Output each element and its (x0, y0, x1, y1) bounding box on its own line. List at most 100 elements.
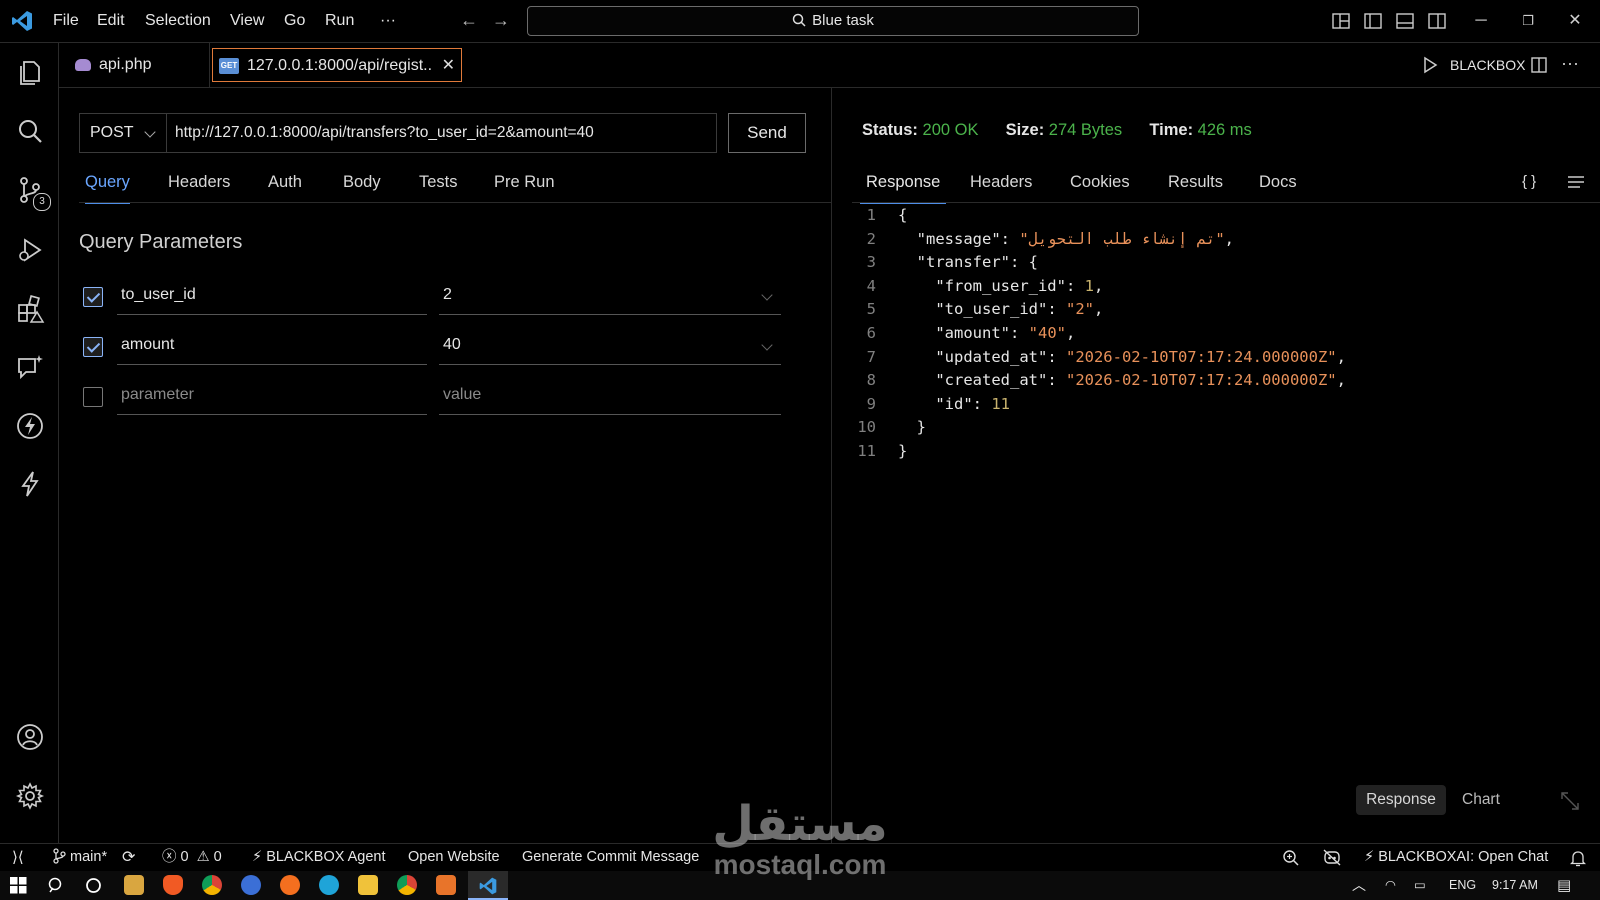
tab-pre-run[interactable]: Pre Run (494, 168, 555, 202)
brave-browser-icon[interactable] (163, 875, 183, 895)
tab-auth[interactable]: Auth (268, 168, 302, 202)
taskbar-search-icon[interactable] (48, 877, 65, 894)
remote-icon[interactable]: ⟩⟨ (12, 844, 24, 871)
clock[interactable]: 9:17 AM (1492, 871, 1538, 900)
menu-edit[interactable]: Edit (97, 0, 125, 42)
back-arrow-icon[interactable]: ← (460, 10, 478, 31)
send-button[interactable]: Send (728, 113, 806, 153)
line-number: 8 (866, 371, 876, 390)
close-tab-icon[interactable]: ✕ (442, 49, 455, 83)
battery-icon[interactable]: ▭ (1414, 871, 1426, 900)
chrome-icon[interactable] (202, 875, 222, 895)
problems-item[interactable]: ⓧ 0 ⚠ 0 (162, 844, 222, 871)
tab-api-php[interactable]: api.php (59, 43, 210, 87)
run-play-icon[interactable] (1421, 56, 1439, 74)
zoom-icon[interactable] (1282, 849, 1300, 867)
time-value: 426 ms (1197, 121, 1252, 139)
tab-label: 127.0.0.1:8000/api/regist.. (247, 57, 433, 74)
notifications-bell-icon[interactable] (1570, 849, 1586, 867)
blackbox-agent-item[interactable]: ⚡ BLACKBOX Agent (252, 844, 386, 871)
explorer-icon[interactable] (15, 57, 45, 87)
restore-icon[interactable]: ❐ (1517, 10, 1539, 32)
tab-query[interactable]: Query (85, 168, 130, 204)
tab-tests[interactable]: Tests (419, 168, 458, 202)
forward-arrow-icon[interactable]: → (492, 10, 510, 31)
command-center-search[interactable]: Blue task (527, 6, 1139, 36)
app-compass-icon[interactable] (241, 875, 261, 895)
language-indicator[interactable]: ENG (1449, 871, 1476, 900)
blackbox-chat-item[interactable]: ⚡ BLACKBOXAI: Open Chat (1364, 844, 1548, 871)
branch-item[interactable]: main* (52, 844, 107, 871)
run-debug-icon[interactable] (15, 235, 45, 265)
firefox-icon[interactable] (280, 875, 300, 895)
tab-cookies[interactable]: Cookies (1070, 168, 1130, 202)
close-window-icon[interactable]: ✕ (1564, 10, 1586, 32)
chevron-down-icon[interactable] (761, 289, 773, 301)
tab-request[interactable]: GET 127.0.0.1:8000/api/regist.. ✕ (212, 48, 462, 82)
tab-results[interactable]: Results (1168, 168, 1223, 202)
menu-lines-icon[interactable] (1567, 174, 1585, 190)
param-value-input[interactable]: value (439, 379, 781, 415)
cortana-icon[interactable] (85, 877, 102, 894)
search-icon[interactable] (15, 116, 45, 146)
xampp-icon[interactable] (436, 875, 456, 895)
copilot-off-icon[interactable] (1322, 848, 1342, 867)
menu-more[interactable]: ··· (380, 0, 396, 42)
menu-selection[interactable]: Selection (145, 0, 211, 42)
toggle-primary-sidebar-icon[interactable] (1362, 10, 1384, 32)
tab-body[interactable]: Body (343, 168, 381, 202)
json-colon: : (1047, 371, 1066, 390)
menu-run[interactable]: Run (325, 0, 354, 42)
toggle-secondary-sidebar-icon[interactable] (1426, 10, 1448, 32)
generate-commit-item[interactable]: Generate Commit Message (522, 844, 699, 871)
sync-icon[interactable]: ⟳ (122, 844, 135, 871)
param-key-input[interactable]: parameter (117, 379, 427, 415)
source-control-icon[interactable]: 3 (15, 175, 51, 211)
settings-gear-icon[interactable] (15, 781, 45, 811)
status-value: 200 OK (922, 121, 979, 139)
menu-go[interactable]: Go (284, 0, 305, 42)
split-editor-icon[interactable] (1530, 56, 1548, 74)
store-icon[interactable] (124, 875, 144, 895)
accounts-icon[interactable] (15, 722, 45, 752)
action-center-icon[interactable]: ▤ (1557, 871, 1571, 900)
response-view-button[interactable]: Response (1356, 785, 1446, 815)
chevron-down-icon[interactable] (761, 339, 773, 351)
tab-headers[interactable]: Headers (168, 168, 230, 202)
tab-response-headers[interactable]: Headers (970, 168, 1032, 202)
param-value-input[interactable]: 2 (439, 279, 781, 315)
url-input[interactable]: http://127.0.0.1:8000/api/transfers?to_u… (167, 113, 717, 153)
blackbox-bolt-icon[interactable] (15, 469, 45, 499)
customize-layout-icon[interactable] (1330, 10, 1352, 32)
json-format-icon[interactable]: { } (1522, 168, 1536, 196)
method-select[interactable]: POST (79, 113, 167, 153)
menu-view[interactable]: View (230, 0, 264, 42)
windows-start-icon[interactable] (10, 877, 27, 894)
wifi-icon[interactable]: ◠ (1385, 871, 1396, 900)
param-checkbox[interactable] (83, 287, 103, 307)
menu-file[interactable]: File (53, 0, 79, 42)
extensions-icon[interactable] (15, 294, 45, 324)
param-checkbox[interactable] (83, 387, 103, 407)
chart-view-button[interactable]: Chart (1462, 785, 1500, 815)
param-value-input[interactable]: 40 (439, 329, 781, 365)
param-key-input[interactable]: amount (117, 329, 427, 365)
thunder-client-icon[interactable] (15, 411, 45, 441)
edge-icon[interactable] (319, 875, 339, 895)
tab-response[interactable]: Response (860, 168, 947, 204)
blackbox-label[interactable]: BLACKBOX (1450, 43, 1525, 87)
minimize-icon[interactable]: ─ (1470, 10, 1492, 32)
file-explorer-icon[interactable] (358, 875, 378, 895)
more-actions-icon[interactable]: ··· (1561, 43, 1579, 83)
open-website-item[interactable]: Open Website (408, 844, 500, 871)
expand-diagonal-icon[interactable] (1559, 790, 1581, 812)
tray-chevron-up-icon[interactable]: ︿ (1352, 871, 1366, 900)
param-key-input[interactable]: to_user_id (117, 279, 427, 315)
tab-docs[interactable]: Docs (1259, 168, 1297, 202)
param-checkbox[interactable] (83, 337, 103, 357)
chat-sparkle-icon[interactable] (15, 352, 45, 382)
toggle-panel-icon[interactable] (1394, 10, 1416, 32)
warning-icon: ⚠ (196, 849, 210, 865)
chrome-icon-2[interactable] (397, 875, 417, 895)
